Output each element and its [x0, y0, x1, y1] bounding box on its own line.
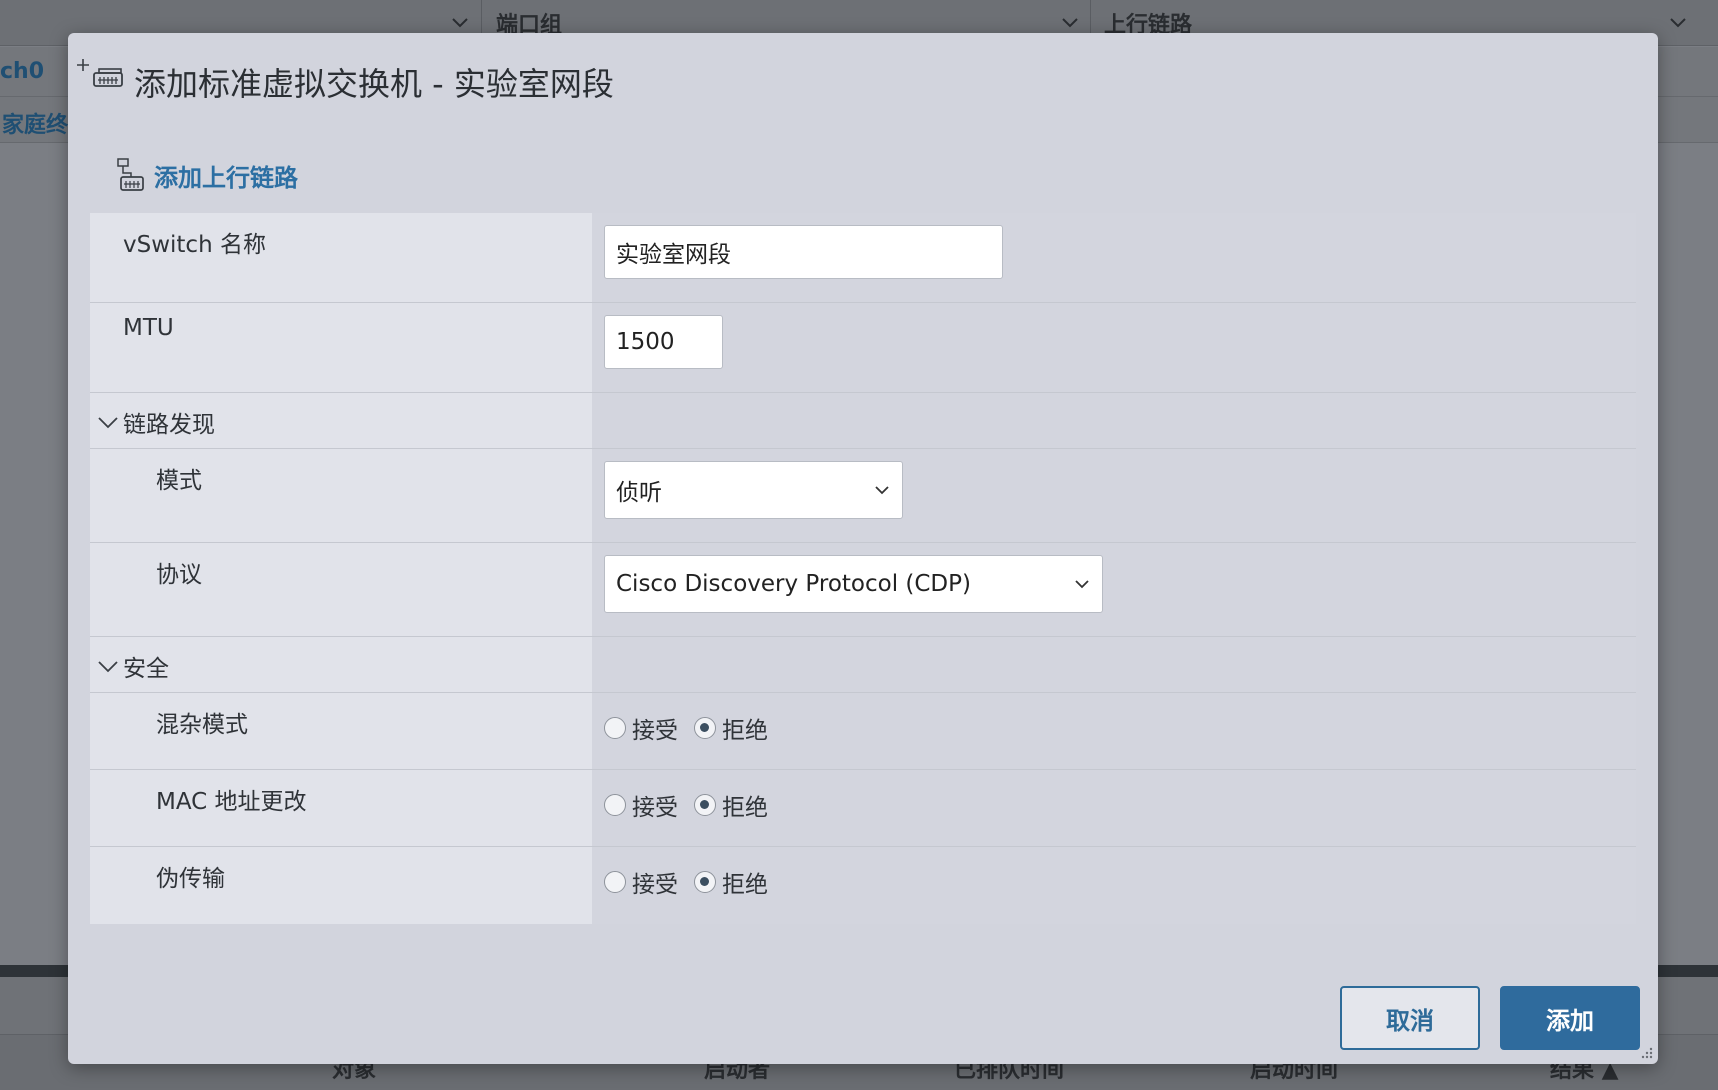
- uplink-icon: [117, 158, 144, 191]
- chevron-down-icon[interactable]: [96, 410, 120, 434]
- add-uplink-button[interactable]: 添加上行链路: [116, 155, 298, 195]
- radio-button-selected[interactable]: [694, 717, 716, 739]
- form-row-protocol: 协议 Cisco Discovery Protocol (CDP): [90, 543, 1636, 637]
- promiscuous-radio-group: 接受 拒绝: [604, 711, 784, 745]
- radio-button[interactable]: [604, 717, 626, 739]
- form-row-forged-transmits: 伪传输 接受 拒绝: [90, 847, 1636, 924]
- section-security[interactable]: 安全: [90, 637, 1636, 693]
- forged-transmits-accept-option[interactable]: 接受: [604, 865, 678, 899]
- vswitch-name-input[interactable]: 实验室网段: [604, 225, 1003, 279]
- mac-change-radio-group: 接受 拒绝: [604, 788, 784, 822]
- form-row-vswitch-name: vSwitch 名称 实验室网段: [90, 213, 1636, 303]
- promiscuous-label: 混杂模式: [156, 712, 248, 738]
- bg-row-link: ch0: [0, 59, 45, 84]
- mac-change-accept-option[interactable]: 接受: [604, 788, 678, 822]
- security-label: 安全: [123, 656, 169, 682]
- cancel-button[interactable]: 取消: [1340, 986, 1480, 1050]
- radio-button[interactable]: [604, 871, 626, 893]
- mtu-input[interactable]: 1500: [604, 315, 723, 369]
- mtu-label: MTU: [123, 315, 174, 341]
- vswitch-name-label: vSwitch 名称: [123, 232, 266, 258]
- chevron-down-icon: [452, 18, 468, 28]
- mode-select[interactable]: 侦听: [604, 461, 903, 519]
- mode-select-value: 侦听: [616, 480, 662, 506]
- mac-change-reject-option[interactable]: 拒绝: [694, 788, 768, 822]
- radio-button-selected[interactable]: [694, 794, 716, 816]
- mode-label: 模式: [156, 468, 202, 494]
- promiscuous-reject-option[interactable]: 拒绝: [694, 711, 768, 745]
- radio-button[interactable]: [604, 794, 626, 816]
- forged-transmits-reject-option[interactable]: 拒绝: [694, 865, 768, 899]
- link-discovery-label: 链路发现: [123, 412, 215, 438]
- mac-change-label: MAC 地址更改: [156, 789, 307, 815]
- section-link-discovery[interactable]: 链路发现: [90, 393, 1636, 449]
- add-button[interactable]: 添加: [1500, 986, 1640, 1050]
- bg-row-link: 家庭终: [2, 113, 69, 138]
- vswitch-form: vSwitch 名称 实验室网段 MTU 1500 链路发现 模式 侦听 协议 …: [90, 213, 1636, 924]
- dialog-title: 添加标准虚拟交换机 - 实验室网段: [134, 65, 614, 103]
- vswitch-add-icon: [77, 59, 123, 87]
- promiscuous-accept-option[interactable]: 接受: [604, 711, 678, 745]
- protocol-label: 协议: [156, 562, 202, 588]
- protocol-select-value: Cisco Discovery Protocol (CDP): [616, 571, 971, 597]
- form-row-mtu: MTU 1500: [90, 303, 1636, 393]
- chevron-down-icon[interactable]: [96, 654, 120, 678]
- forged-transmits-radio-group: 接受 拒绝: [604, 865, 784, 899]
- forged-transmits-label: 伪传输: [156, 866, 225, 892]
- chevron-down-icon: [1062, 18, 1078, 28]
- form-row-promiscuous: 混杂模式 接受 拒绝: [90, 693, 1636, 770]
- add-uplink-label: 添加上行链路: [154, 163, 298, 192]
- resize-grip-icon[interactable]: [1640, 1046, 1654, 1060]
- form-row-mac-change: MAC 地址更改 接受 拒绝: [90, 770, 1636, 847]
- chevron-down-icon: [875, 486, 889, 495]
- chevron-down-icon: [1075, 580, 1089, 589]
- radio-button-selected[interactable]: [694, 871, 716, 893]
- form-row-mode: 模式 侦听: [90, 449, 1636, 543]
- chevron-down-icon: [1670, 18, 1686, 28]
- add-vswitch-dialog: 添加标准虚拟交换机 - 实验室网段 添加上行链路 vSwitch 名称 实验室网…: [68, 33, 1658, 1064]
- protocol-select[interactable]: Cisco Discovery Protocol (CDP): [604, 555, 1103, 613]
